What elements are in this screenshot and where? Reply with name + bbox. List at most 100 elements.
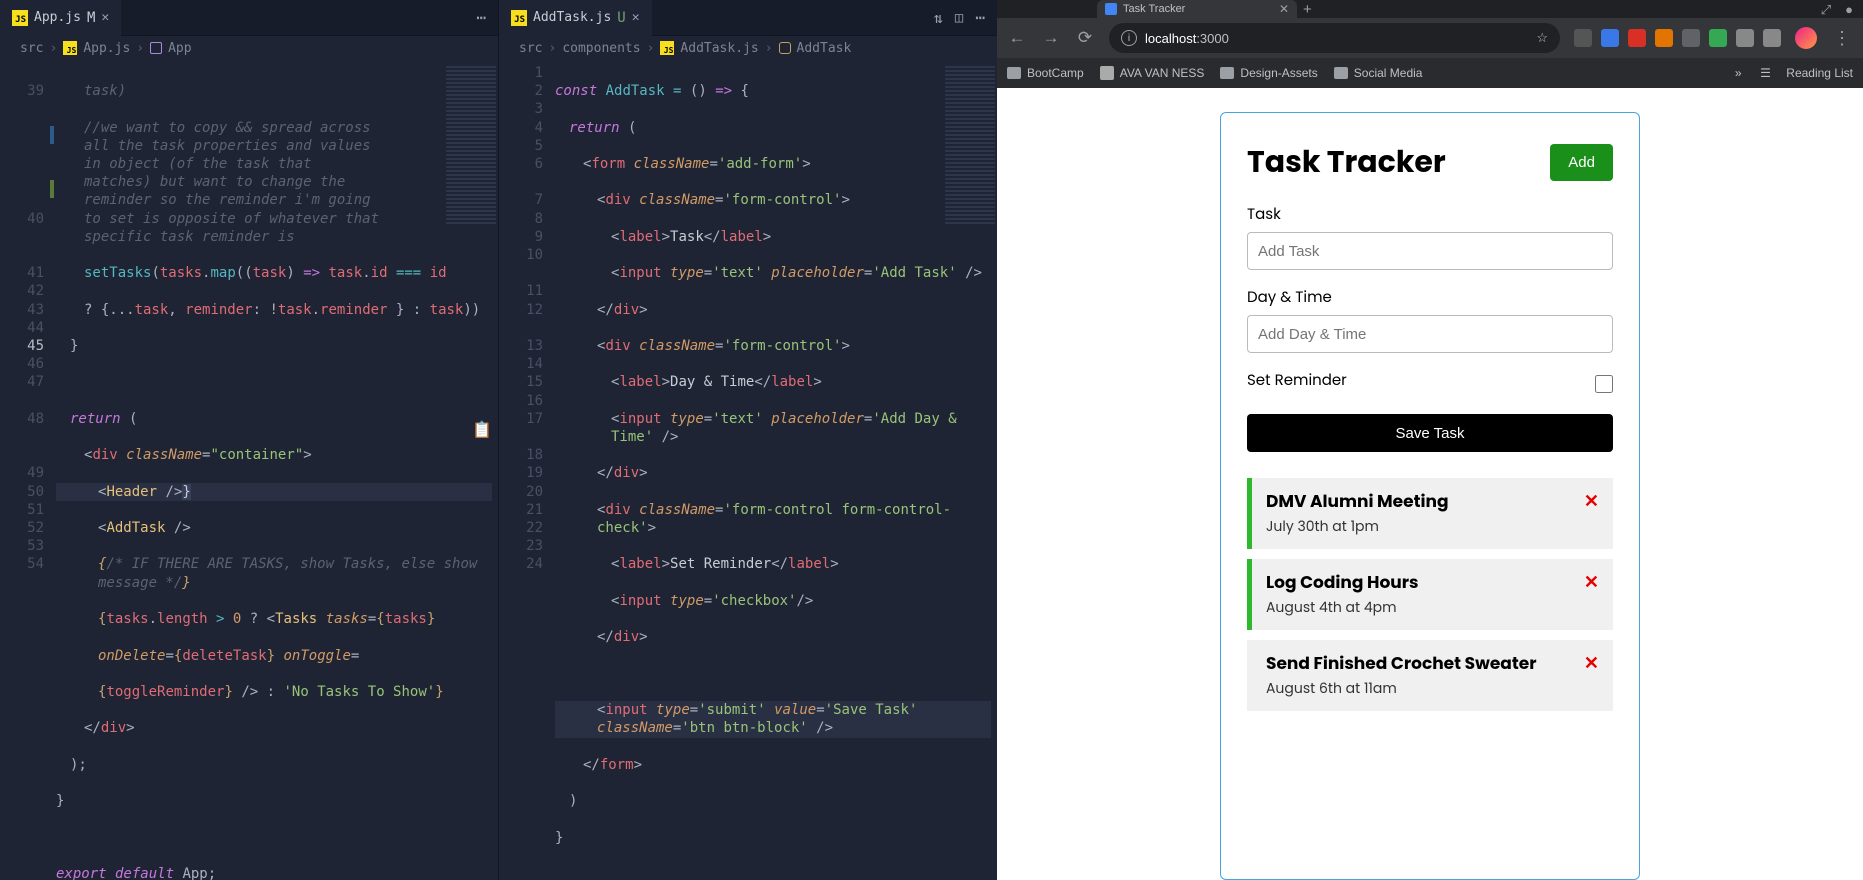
- line-gutter: 39 40 41424344454647 48 495051525354: [0, 60, 56, 880]
- ext-icon[interactable]: [1709, 29, 1727, 47]
- bookmark[interactable]: Design-Assets: [1220, 66, 1317, 80]
- puzzle-icon[interactable]: [1736, 29, 1754, 47]
- favicon-icon: [1105, 3, 1117, 15]
- browser-toolbar: ← → ⟳ i localhost:3000 ☆ ⋮: [997, 18, 1863, 58]
- minimap[interactable]: [446, 64, 496, 224]
- task-item[interactable]: DMV Alumni MeetingJuly 30th at 1pm✕: [1247, 478, 1613, 549]
- delete-icon[interactable]: ✕: [1584, 488, 1599, 515]
- url-host: localhost: [1145, 31, 1196, 46]
- bookmark-icon: [1100, 66, 1114, 80]
- page-title: Task Tracker: [1247, 139, 1446, 185]
- reload-button[interactable]: ⟳: [1075, 28, 1095, 48]
- split-editor-icon[interactable]: ◫: [949, 10, 969, 26]
- site-info-icon[interactable]: i: [1121, 30, 1137, 46]
- new-tab-button[interactable]: +: [1297, 1, 1318, 18]
- crumb[interactable]: AddTask: [797, 41, 852, 56]
- code-editor[interactable]: 39 40 41424344454647 48 495051525354 tas…: [0, 60, 498, 880]
- git-compare-icon[interactable]: ⇅: [928, 9, 949, 27]
- tab-bar: JS App.js M ✕ ⋯: [0, 0, 498, 36]
- tab-dirty-indicator: M: [87, 10, 95, 26]
- code-editor[interactable]: 123456 78910 1112 1314151617 18192021222…: [499, 60, 997, 880]
- js-icon: JS: [12, 10, 28, 26]
- tab-addtask-js[interactable]: JS AddTask.js U ✕: [499, 0, 652, 36]
- bookmark[interactable]: Social Media: [1334, 66, 1423, 80]
- tab-dirty-indicator: U: [617, 10, 625, 26]
- add-button[interactable]: Add: [1550, 144, 1613, 181]
- more-icon[interactable]: ⋯: [969, 8, 991, 27]
- js-icon: JS: [660, 41, 674, 55]
- address-bar[interactable]: i localhost:3000 ☆: [1109, 23, 1560, 53]
- browser-tab[interactable]: Task Tracker ✕: [1097, 0, 1297, 18]
- crumb[interactable]: App.js: [83, 41, 130, 56]
- ext-icon[interactable]: [1574, 29, 1592, 47]
- menu-icon[interactable]: ⋮: [1831, 28, 1853, 49]
- task-title: DMV Alumni Meeting: [1266, 488, 1599, 514]
- line-gutter: 123456 78910 1112 1314151617 18192021222…: [499, 60, 555, 880]
- folder-icon: [1007, 67, 1021, 79]
- forward-button[interactable]: →: [1041, 28, 1061, 48]
- task-label: Task: [1247, 203, 1613, 226]
- tab-title: Task Tracker: [1123, 3, 1185, 15]
- bookmark[interactable]: AVA VAN NESS: [1100, 66, 1205, 80]
- task-title: Send Finished Crochet Sweater: [1266, 650, 1599, 676]
- paste-icon[interactable]: 📋: [472, 420, 492, 439]
- star-icon[interactable]: ☆: [1536, 30, 1548, 46]
- bookmark[interactable]: BootCamp: [1007, 66, 1084, 80]
- ext-icon[interactable]: [1655, 29, 1673, 47]
- breadcrumb[interactable]: src› components› JS AddTask.js› AddTask: [499, 36, 997, 60]
- list-icon[interactable]: [1763, 29, 1781, 47]
- breadcrumb[interactable]: src› JS App.js› App: [0, 36, 498, 60]
- ext-icon[interactable]: [1628, 29, 1646, 47]
- editor-pane-left: JS App.js M ✕ ⋯ src› JS App.js› App: [0, 0, 498, 880]
- task-input[interactable]: [1247, 232, 1613, 270]
- reminder-checkbox[interactable]: [1595, 375, 1613, 393]
- url-port: :3000: [1196, 31, 1229, 46]
- back-button[interactable]: ←: [1007, 28, 1027, 48]
- task-title: Log Coding Hours: [1266, 569, 1599, 595]
- folder-icon: [1334, 67, 1348, 79]
- crumb[interactable]: AddTask.js: [680, 41, 758, 56]
- day-input[interactable]: [1247, 315, 1613, 353]
- reading-list[interactable]: » ☰ Reading List: [1735, 66, 1853, 80]
- browser-tabstrip: Task Tracker ✕ + ⤢ ●: [997, 0, 1863, 18]
- task-time: August 6th at 11am: [1266, 678, 1599, 699]
- close-icon[interactable]: ✕: [632, 10, 640, 25]
- minimap[interactable]: [945, 64, 995, 224]
- expand-icon[interactable]: ⤢: [1821, 2, 1831, 18]
- task-item[interactable]: Send Finished Crochet SweaterAugust 6th …: [1247, 640, 1613, 711]
- window-close-icon[interactable]: ●: [1845, 2, 1853, 18]
- close-icon[interactable]: ✕: [1279, 2, 1289, 16]
- day-label: Day & Time: [1247, 286, 1613, 309]
- close-icon[interactable]: ✕: [101, 10, 109, 25]
- js-icon: JS: [511, 10, 527, 26]
- crumb[interactable]: components: [562, 41, 640, 56]
- symbol-icon: [779, 42, 791, 54]
- vscode-window: JS App.js M ✕ ⋯ src› JS App.js› App: [0, 0, 997, 880]
- extensions: [1574, 29, 1781, 47]
- tab-app-js[interactable]: JS App.js M ✕: [0, 0, 121, 36]
- tab-filename: AddTask.js: [533, 10, 611, 25]
- browser-window: Task Tracker ✕ + ⤢ ● ← → ⟳ i localhost:3…: [997, 0, 1863, 880]
- save-button[interactable]: Save Task: [1247, 414, 1613, 452]
- ext-icon[interactable]: [1601, 29, 1619, 47]
- code-area[interactable]: task) //we want to copy && spread across…: [56, 60, 498, 880]
- folder-icon: [1220, 67, 1234, 79]
- code-area[interactable]: const AddTask = () => { return ( <form c…: [555, 60, 997, 880]
- task-item[interactable]: Log Coding HoursAugust 4th at 4pm✕: [1247, 559, 1613, 630]
- tab-bar: JS AddTask.js U ✕ ⇅ ◫ ⋯: [499, 0, 997, 36]
- app-container: Task Tracker Add Task Day & Time Set Rem…: [1220, 112, 1640, 880]
- crumb[interactable]: src: [519, 41, 542, 56]
- reminder-label: Set Reminder: [1247, 369, 1347, 392]
- crumb[interactable]: src: [20, 41, 43, 56]
- delete-icon[interactable]: ✕: [1584, 569, 1599, 596]
- page-content: Task Tracker Add Task Day & Time Set Rem…: [997, 88, 1863, 880]
- crumb[interactable]: App: [168, 41, 191, 56]
- more-icon[interactable]: ⋯: [470, 8, 492, 27]
- js-icon: JS: [63, 41, 77, 55]
- ext-icon[interactable]: [1682, 29, 1700, 47]
- symbol-icon: [150, 42, 162, 54]
- tab-filename: App.js: [34, 10, 81, 25]
- delete-icon[interactable]: ✕: [1584, 650, 1599, 677]
- profile-avatar[interactable]: [1795, 27, 1817, 49]
- bookmarks-bar: BootCamp AVA VAN NESS Design-Assets Soci…: [997, 58, 1863, 88]
